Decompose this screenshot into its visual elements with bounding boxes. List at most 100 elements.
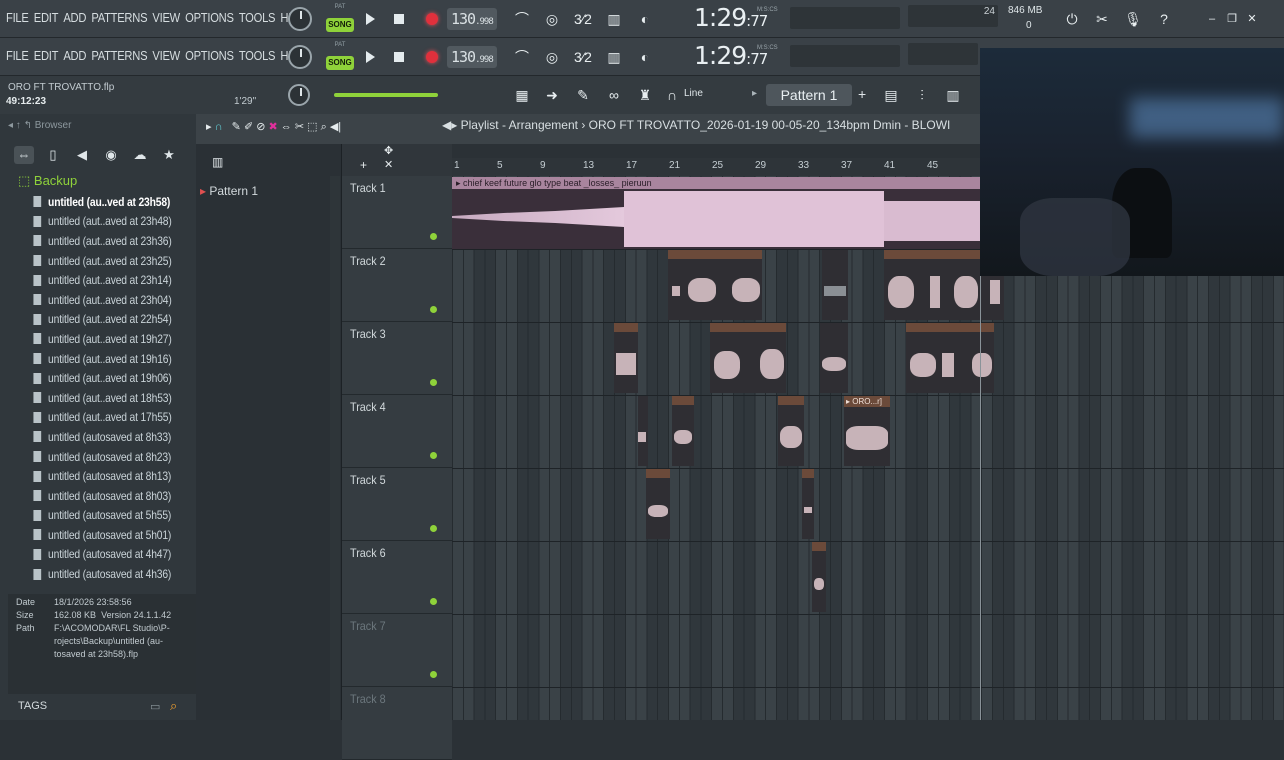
file-item[interactable]: untitled (au..ved at 23h58) xyxy=(30,192,170,212)
track-header-1[interactable]: Track 1 xyxy=(342,176,452,249)
countdown-icon[interactable]: 3⁄2 xyxy=(571,8,595,30)
track-active-led[interactable] xyxy=(430,233,437,240)
file-item[interactable]: untitled (aut..aved at 19h27) xyxy=(30,329,172,349)
master-volume-knob[interactable] xyxy=(288,7,312,31)
metronome-icon[interactable]: ⌒ xyxy=(510,8,534,30)
play-icon[interactable] xyxy=(366,13,375,25)
audio-clip[interactable] xyxy=(646,469,670,539)
menu-patterns[interactable]: PATTERNS xyxy=(91,10,147,25)
zoom-icon[interactable]: ⌕ xyxy=(321,121,327,133)
pencil-icon[interactable]: ✎ xyxy=(571,84,595,106)
select-icon[interactable]: ⬚ xyxy=(307,121,317,133)
add-track-icon[interactable]: + xyxy=(360,158,367,172)
channel-rack-icon[interactable]: ⫶ xyxy=(910,84,934,106)
file-item[interactable]: untitled (autosaved at 8h13) xyxy=(30,466,171,486)
master-volume-slider[interactable] xyxy=(334,93,438,97)
track-active-led[interactable] xyxy=(430,379,437,386)
help-icon[interactable]: ? xyxy=(1152,8,1176,30)
stop-icon[interactable] xyxy=(394,14,404,24)
file-item[interactable]: untitled (autosaved at 5h01) xyxy=(30,525,171,545)
file-item[interactable]: untitled (aut..aved at 17h55) xyxy=(30,408,172,428)
slip-icon[interactable]: ⇔ xyxy=(281,121,292,133)
sounds-icon[interactable]: ◉ xyxy=(101,146,121,164)
track-header-6[interactable]: Track 6 xyxy=(342,541,452,614)
audio-clip[interactable]: ▸ ORO...r] xyxy=(844,396,890,466)
pattern-scrollbar[interactable] xyxy=(330,176,340,720)
track-active-led[interactable] xyxy=(430,306,437,313)
track-header-8[interactable]: Track 8 xyxy=(342,687,452,760)
plugins-icon[interactable]: ◀ xyxy=(72,146,92,164)
magnet-icon[interactable]: ∩ xyxy=(215,121,223,133)
file-item[interactable]: untitled (aut..aved at 22h54) xyxy=(30,310,172,330)
folder-icon[interactable]: ▭ xyxy=(150,700,160,713)
file-item[interactable]: untitled (autosaved at 5h55) xyxy=(30,506,171,526)
search-icon[interactable]: ⌕ xyxy=(170,698,177,714)
paint-icon[interactable]: ✐ xyxy=(244,121,253,133)
file-item[interactable]: untitled (aut..aved at 23h14) xyxy=(30,270,172,290)
mixer-icon[interactable]: ▥ xyxy=(941,84,965,106)
cloud-icon[interactable]: ☁ xyxy=(130,146,150,164)
menu-tools[interactable]: TOOLS xyxy=(239,48,276,63)
audio-clip[interactable] xyxy=(638,396,648,466)
audio-clip[interactable] xyxy=(710,323,786,393)
track-header-2[interactable]: Track 2 xyxy=(342,249,452,322)
metronome-icon-2[interactable]: ⌒ xyxy=(510,46,534,68)
menu-options[interactable]: OPTIONS xyxy=(185,10,234,25)
pattern-selector[interactable]: Pattern 1 xyxy=(766,84,852,106)
play-icon-2[interactable] xyxy=(366,51,375,63)
track-header-4[interactable]: Track 4 xyxy=(342,395,452,468)
stop-icon-2[interactable] xyxy=(394,52,404,62)
track-active-led[interactable] xyxy=(430,671,437,678)
track-active-led[interactable] xyxy=(430,452,437,459)
file-item[interactable]: untitled (aut..aved at 23h36) xyxy=(30,231,172,251)
move-icon[interactable]: ✥ xyxy=(384,144,393,157)
song-mode-button[interactable]: SONG xyxy=(326,18,354,32)
menu-file[interactable]: FILE xyxy=(6,10,29,25)
piano-roll-icon[interactable]: ▥ xyxy=(212,155,223,169)
all-icon[interactable]: ⇔ xyxy=(14,146,34,164)
file-item[interactable]: untitled (aut..aved at 23h25) xyxy=(30,251,172,271)
menu-add[interactable]: ADD xyxy=(63,48,86,63)
countdown-icon-2[interactable]: 3⁄2 xyxy=(571,46,595,68)
audio-clip-track1[interactable]: ▸ chief keef future glo type beat _losse… xyxy=(452,177,980,249)
file-item[interactable]: untitled (aut..aved at 23h04) xyxy=(30,290,172,310)
remove-track-icon[interactable]: ✕ xyxy=(384,158,393,171)
song-mode-button-2[interactable]: SONG xyxy=(326,56,354,70)
audio-clip[interactable] xyxy=(614,323,638,393)
tempo-display-2[interactable]: 130.998 xyxy=(447,46,497,68)
pattern-item[interactable]: ▸ Pattern 1 xyxy=(200,184,258,198)
menu-edit[interactable]: EDIT xyxy=(34,48,59,63)
menu-add[interactable]: ADD xyxy=(63,10,86,25)
file-item[interactable]: untitled (aut..aved at 23h48) xyxy=(30,212,172,232)
mute-icon[interactable]: ✖ xyxy=(269,121,278,133)
file-item[interactable]: untitled (autosaved at 8h03) xyxy=(30,486,171,506)
audio-clip[interactable] xyxy=(802,469,814,539)
timeline-ruler[interactable]: 1 5 9 13 17 21 25 29 33 37 41 45 xyxy=(452,158,980,176)
record-icon-2[interactable] xyxy=(426,51,438,63)
magnet-icon[interactable]: ∩ xyxy=(660,84,684,106)
delete-icon[interactable]: ⊘ xyxy=(256,121,265,133)
audio-clip[interactable] xyxy=(820,323,848,393)
record-icon[interactable] xyxy=(426,13,438,25)
power-icon[interactable]: ⏻ xyxy=(1060,8,1084,30)
menu-view[interactable]: VIEW xyxy=(152,48,180,63)
slice-icon[interactable]: ✂ xyxy=(295,121,304,133)
cut-icon[interactable]: ✂ xyxy=(1090,8,1114,30)
piano-icon[interactable]: ▦ xyxy=(510,84,534,106)
track-active-led[interactable] xyxy=(430,525,437,532)
step-edit-icon-2[interactable]: ▥ xyxy=(602,46,626,68)
loop-record-icon-2[interactable]: ◐ xyxy=(633,46,657,68)
tempo-display[interactable]: 130.998 xyxy=(447,8,497,30)
main-pitch-knob[interactable] xyxy=(288,84,310,106)
file-item[interactable]: untitled (autosaved at 8h23) xyxy=(30,447,171,467)
audio-clip[interactable] xyxy=(812,542,826,612)
track-header-5[interactable]: Track 5 xyxy=(342,468,452,541)
playlist-icon[interactable]: ▤ xyxy=(879,84,903,106)
menu-options[interactable]: OPTIONS xyxy=(185,48,234,63)
draw-icon[interactable]: ✎ xyxy=(232,121,241,133)
file-item[interactable]: untitled (aut..aved at 19h06) xyxy=(30,368,172,388)
menu-patterns[interactable]: PATTERNS xyxy=(91,48,147,63)
link-icon[interactable]: ∞ xyxy=(602,84,626,106)
audio-clip[interactable] xyxy=(778,396,804,466)
menu-view[interactable]: VIEW xyxy=(152,10,180,25)
